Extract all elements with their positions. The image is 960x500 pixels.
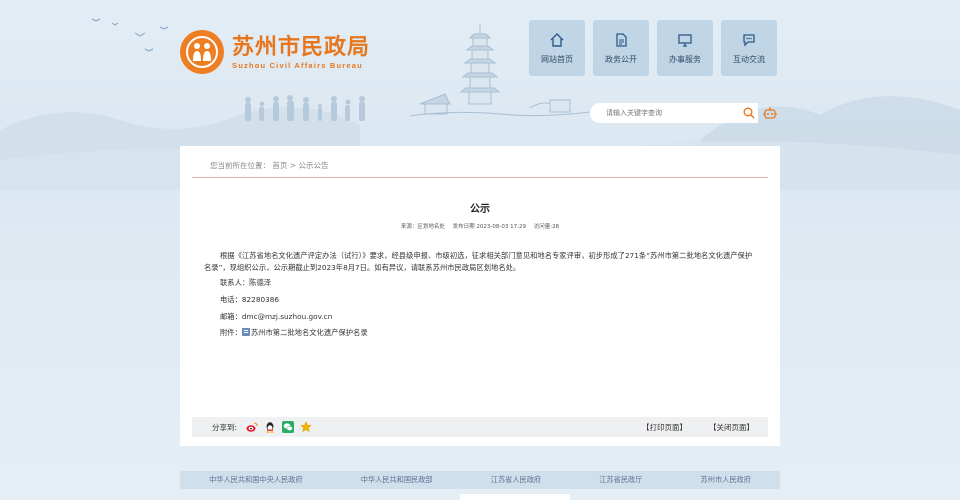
article-email: 邮箱：dmc@mzj.suzhou.gov.cn — [220, 312, 333, 321]
weibo-share-icon[interactable] — [246, 421, 258, 433]
print-page-button[interactable]: 【打印页面】 — [642, 422, 687, 433]
breadcrumb: 您当前所在位置： 首页 > 公示公告 — [210, 160, 328, 171]
logo-emblem-icon — [180, 30, 224, 74]
footer-link-mca[interactable]: 中华人民共和国民政部 — [361, 475, 433, 485]
article-meta: 来源：区划地名处 发布日期 2023-08-03 17:29 访问量:28 — [180, 222, 780, 230]
article-paragraph: 根据《江苏省地名文化遗产评定办法（试行）》要求，经县级申报、市级初选，征求相关部… — [204, 251, 753, 272]
nav-home-label: 网站首页 — [541, 54, 573, 64]
home-icon — [550, 32, 564, 47]
search-input[interactable] — [590, 103, 740, 123]
site-logo[interactable]: 苏州市民政局 Suzhou Civil Affairs Bureau — [180, 30, 370, 74]
footer-link-jiangsu-mca[interactable]: 江苏省民政厅 — [599, 475, 642, 485]
article-source: 来源：区划地名处 — [400, 224, 445, 230]
close-page-button[interactable]: 【关闭页面】 — [709, 422, 754, 433]
breadcrumb-separator: > — [289, 161, 297, 170]
attachment-link[interactable]: 苏州市第二批地名文化遗产保护名录 — [251, 328, 368, 337]
nav-gov-info[interactable]: 政务公开 — [593, 20, 649, 76]
nav-services[interactable]: 办事服务 — [657, 20, 713, 76]
share-label: 分享到: — [212, 422, 238, 432]
article-phone: 电话：82280386 — [220, 295, 280, 304]
attachment-label: 附件： — [220, 328, 242, 337]
qq-share-icon[interactable] — [264, 421, 276, 433]
assistant-button[interactable] — [760, 103, 780, 123]
nav-interact[interactable]: 互动交流 — [721, 20, 777, 76]
article-date: 发布日期 2023-08-03 17:29 — [452, 224, 526, 230]
nav-gov-info-label: 政务公开 — [605, 54, 637, 64]
article-attachment: 附件： 苏州市第二批地名文化遗产保护名录 — [220, 328, 368, 338]
breadcrumb-home-link[interactable]: 首页 — [272, 161, 287, 170]
article-title: 公示 — [470, 204, 490, 215]
monitor-icon — [678, 33, 692, 47]
search-icon — [743, 107, 755, 119]
favorite-star-icon[interactable] — [300, 421, 312, 433]
birds-decoration — [91, 18, 169, 52]
footer-tab — [460, 494, 570, 500]
page-actions: 【打印页面】 【关闭页面】 — [642, 422, 754, 433]
site-name-en: Suzhou Civil Affairs Bureau — [232, 60, 363, 70]
footer-link-jiangsu-gov[interactable]: 江苏省人民政府 — [491, 475, 541, 485]
article-contact: 联系人：陈德泽 — [220, 278, 272, 287]
nav-home[interactable]: 网站首页 — [529, 20, 585, 76]
main-nav: 网站首页 政务公开 办事服务 互动交流 — [529, 20, 777, 76]
nav-services-label: 办事服务 — [669, 54, 701, 64]
footer-links: 中华人民共和国中央人民政府 中华人民共和国民政部 江苏省人民政府 江苏省民政厅 … — [180, 471, 780, 489]
chat-icon — [743, 33, 755, 47]
search-bar — [590, 102, 780, 124]
wechat-share-icon[interactable] — [282, 421, 295, 433]
attachment-file-icon — [242, 328, 250, 336]
breadcrumb-divider — [192, 177, 768, 178]
footer-link-suzhou-gov[interactable]: 苏州市人民政府 — [701, 475, 751, 485]
people-silhouettes — [245, 95, 365, 121]
article-card: 您当前所在位置： 首页 > 公示公告 公示 来源：区划地名处 发布日期 2023… — [180, 146, 780, 446]
article-body: 根据《江苏省地名文化遗产评定办法（试行）》要求，经县级申报、市级初选，征求相关部… — [204, 250, 756, 274]
search-button[interactable] — [740, 103, 758, 123]
breadcrumb-current-link[interactable]: 公示公告 — [298, 161, 328, 170]
share-bar: 分享到: 【打印页面】 【关闭页面】 — [192, 417, 768, 437]
robot-icon — [763, 107, 777, 119]
site-name-cn: 苏州市民政局 — [232, 33, 371, 60]
nav-interact-label: 互动交流 — [733, 54, 765, 64]
breadcrumb-prefix: 您当前所在位置： — [210, 161, 270, 170]
document-icon — [616, 32, 627, 47]
article-views: 访问量:28 — [533, 224, 560, 230]
footer-link-central-gov[interactable]: 中华人民共和国中央人民政府 — [209, 475, 302, 485]
